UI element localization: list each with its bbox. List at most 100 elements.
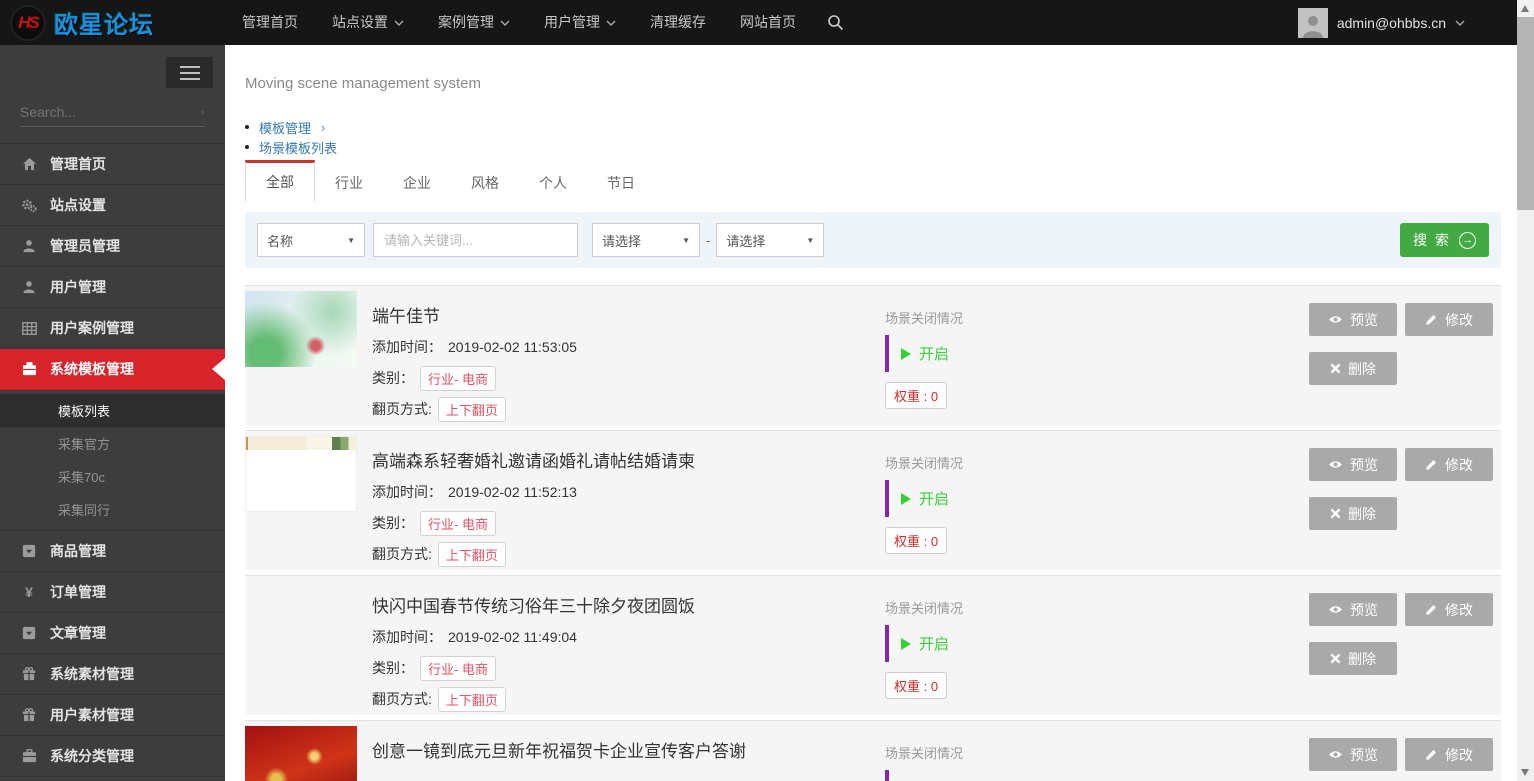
sidebar-subitem-label: 采集70c (58, 467, 105, 486)
scene-enable-toggle[interactable]: 开启 (885, 770, 959, 781)
vertical-scrollbar[interactable] (1517, 0, 1534, 781)
select-value: 请选择 (726, 231, 765, 250)
sidebar-subitem-collect-70c[interactable]: 采集70c (0, 460, 225, 493)
breadcrumb: 模板管理 › 场景模板列表 (245, 117, 1501, 157)
sidebar-subitem-collect-official[interactable]: 采集官方 (0, 427, 225, 460)
edit-button[interactable]: 修改 (1405, 448, 1493, 481)
edit-label: 修改 (1445, 455, 1473, 475)
sidebar-subitem-template-list[interactable]: 模板列表 (0, 394, 225, 427)
sidebar-item-label: 系统素材管理 (50, 664, 134, 684)
nav-item-user-management[interactable]: 用户管理 (527, 0, 633, 45)
tab-personal[interactable]: 个人 (519, 164, 587, 202)
nav-item-case-management[interactable]: 案例管理 (421, 0, 527, 45)
preview-button[interactable]: 预览 (1309, 448, 1397, 481)
template-thumbnail (245, 726, 357, 781)
nav-item-clear-cache[interactable]: 清理缓存 (633, 0, 723, 45)
sidebar-item-article-management[interactable]: 文章管理 (0, 613, 225, 654)
scene-enable-toggle[interactable]: 开启 (885, 335, 959, 372)
nav-item-admin-home[interactable]: 管理首页 (225, 0, 315, 45)
bullet-icon (245, 125, 249, 129)
template-thumbnail (245, 291, 357, 367)
sidebar-item-order-management[interactable]: ¥ 订单管理 (0, 572, 225, 613)
sidebar-item-system-material-management[interactable]: 系统素材管理 (0, 654, 225, 695)
sidebar-submenu: 模板列表 采集官方 采集70c 采集同行 (0, 390, 225, 531)
logo[interactable]: HS 欧星论坛 (0, 5, 225, 41)
sidebar-subitem-label: 模板列表 (58, 401, 110, 420)
paging-tag: 上下翻页 (438, 397, 506, 422)
sidebar-subitem-label: 采集同行 (58, 500, 110, 519)
sidebar-item-user-management[interactable]: 用户管理 (0, 267, 225, 308)
keyword-input[interactable] (373, 223, 578, 257)
delete-button[interactable]: 删除 (1309, 352, 1397, 385)
sidebar-menu: 管理首页 站点设置 管理员管理 用户管理 用户案例管理 系统模板管理 (0, 143, 225, 777)
scene-status-label: 场景关闭情况 (885, 598, 1309, 617)
x-icon (1330, 508, 1341, 519)
toggle-label: 开启 (919, 343, 949, 364)
dropdown-arrow-icon: ▼ (682, 236, 690, 245)
sidebar-item-user-case-management[interactable]: 用户案例管理 (0, 308, 225, 349)
sidebar-collapse-button[interactable] (166, 57, 213, 88)
search-icon (201, 105, 205, 120)
sidebar-item-admin-home[interactable]: 管理首页 (0, 144, 225, 185)
edit-label: 修改 (1445, 310, 1473, 330)
search-button[interactable]: 搜 索 → (1400, 223, 1489, 257)
preview-button[interactable]: 预览 (1309, 593, 1397, 626)
added-time-value: 2019-02-02 11:49:04 (448, 629, 577, 645)
sidebar-item-label: 站点设置 (50, 195, 106, 215)
sidebar-item-product-management[interactable]: 商品管理 (0, 531, 225, 572)
tab-enterprise[interactable]: 企业 (383, 164, 451, 202)
paging-label: 翻页方式: (372, 399, 432, 419)
sidebar-item-admin-management[interactable]: 管理员管理 (0, 226, 225, 267)
sidebar-subitem-collect-peers[interactable]: 采集同行 (0, 493, 225, 526)
preview-button[interactable]: 预览 (1309, 738, 1397, 771)
sidebar-item-system-category-management[interactable]: 系统分类管理 (0, 736, 225, 777)
nav-item-site-settings[interactable]: 站点设置 (315, 0, 421, 45)
template-row: 创意一镜到底元旦新年祝福贺卡企业宣传客户答谢 场景关闭情况 开启 预览 (245, 720, 1501, 781)
caret-square-icon (20, 626, 38, 640)
yen-icon: ¥ (20, 584, 38, 600)
breadcrumb-link-scene-template-list[interactable]: 场景模板列表 (259, 138, 337, 157)
tab-industry[interactable]: 行业 (315, 164, 383, 202)
pencil-icon (1425, 603, 1438, 616)
added-time-label: 添加时间： (372, 337, 442, 357)
toggle-label: 开启 (919, 488, 949, 509)
tab-style[interactable]: 风格 (451, 164, 519, 202)
delete-button[interactable]: 删除 (1309, 642, 1397, 675)
main-content: Moving scene management system 模板管理 › 场景… (225, 45, 1517, 781)
sidebar-item-label: 用户案例管理 (50, 318, 134, 338)
scene-enable-toggle[interactable]: 开启 (885, 480, 959, 517)
category-select-to[interactable]: 请选择 ▼ (716, 223, 824, 257)
tab-all[interactable]: 全部 (245, 160, 315, 202)
sidebar-item-user-material-management[interactable]: 用户素材管理 (0, 695, 225, 736)
template-list: 端午佳节 添加时间：2019-02-02 11:53:05 类别：行业- 电商 … (245, 285, 1501, 781)
sidebar-item-label: 订单管理 (50, 582, 106, 602)
preview-button[interactable]: 预览 (1309, 303, 1397, 336)
category-select-from[interactable]: 请选择 ▼ (592, 223, 700, 257)
user-menu[interactable]: admin@ohbbs.cn (1298, 0, 1465, 45)
scroll-down-icon[interactable] (1521, 769, 1529, 776)
chevron-down-icon (394, 20, 404, 26)
sidebar-item-label: 用户素材管理 (50, 705, 134, 725)
breadcrumb-link-template-management[interactable]: 模板管理 (259, 118, 311, 137)
scroll-up-icon[interactable] (1521, 5, 1529, 12)
edit-button[interactable]: 修改 (1405, 303, 1493, 336)
scrollbar-thumb[interactable] (1517, 17, 1534, 210)
edit-label: 修改 (1445, 745, 1473, 765)
sidebar-search (20, 104, 205, 127)
edit-button[interactable]: 修改 (1405, 738, 1493, 771)
field-select-value: 名称 (267, 231, 293, 250)
template-thumbnail (245, 436, 357, 512)
weight-badge: 权重 : 0 (885, 672, 947, 699)
nav-item-site-home[interactable]: 网站首页 (723, 0, 813, 45)
scene-status-label: 场景关闭情况 (885, 308, 1309, 327)
scene-enable-toggle[interactable]: 开启 (885, 625, 959, 662)
sidebar-item-site-settings[interactable]: 站点设置 (0, 185, 225, 226)
sidebar-item-system-template-management[interactable]: 系统模板管理 (0, 349, 225, 390)
field-select[interactable]: 名称 ▼ (257, 223, 365, 257)
topbar-search-button[interactable] (813, 14, 858, 31)
edit-button[interactable]: 修改 (1405, 593, 1493, 626)
delete-button[interactable]: 删除 (1309, 497, 1397, 530)
tab-festival[interactable]: 节日 (587, 164, 655, 202)
dropdown-arrow-icon: ▼ (806, 236, 814, 245)
sidebar-search-input[interactable] (20, 104, 201, 120)
